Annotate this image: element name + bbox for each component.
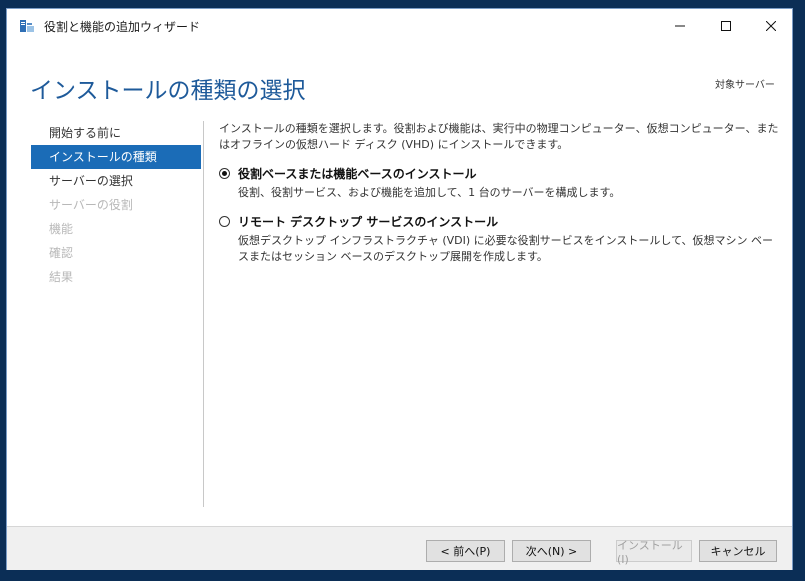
option-description: 仮想デスクトップ インフラストラクチャ (VDI) に必要な役割サービスをインス… [238,234,774,263]
wizard-window: 役割と機能の追加ウィザード インストールの種類の選択 対象サーバー 開始する前に… [6,8,793,570]
content-pane: インストールの種類を選択します。役割および機能は、実行中の物理コンピューター、仮… [219,121,779,265]
page-title: インストールの種類の選択 [30,78,306,104]
target-server-label: 対象サーバー [715,80,775,91]
option-description: 役割、役割サービス、および機能を追加して、1 台のサーバーを構成します。 [238,186,621,199]
close-icon [766,21,776,31]
maximize-icon [721,21,731,31]
close-button[interactable] [748,9,794,43]
next-button[interactable]: 次へ(N) > [512,540,591,562]
nav-item-server-roles: サーバーの役割 [49,198,133,212]
cancel-button[interactable]: キャンセル [699,540,777,562]
wizard-header: インストールの種類の選択 対象サーバー [7,43,792,115]
previous-button[interactable]: < 前へ(P) [426,540,505,562]
minimize-icon [675,25,685,27]
option-title[interactable]: リモート デスクトップ サービスのインストール [238,214,779,230]
nav-item-server-selection[interactable]: サーバーの選択 [31,169,201,193]
page-description: インストールの種類を選択します。役割および機能は、実行中の物理コンピューター、仮… [219,122,779,151]
nav-item-features: 機能 [49,222,74,236]
nav-item-confirmation: 確認 [49,246,74,260]
window-title: 役割と機能の追加ウィザード [44,20,201,34]
wizard-nav: 開始する前に インストールの種類 サーバーの選択 サーバーの役割 機能 確認 結… [31,121,201,289]
button-bar: < 前へ(P) 次へ(N) > インストール(I) キャンセル [7,526,792,570]
title-bar[interactable]: 役割と機能の追加ウィザード [7,9,792,43]
option-role-based[interactable]: 役割ベースまたは機能ベースのインストール 役割、役割サービス、および機能を追加し… [219,166,779,201]
install-button[interactable]: インストール(I) [616,539,692,566]
option-title[interactable]: 役割ベースまたは機能ベースのインストール [238,166,779,182]
nav-item-before-you-begin[interactable]: 開始する前に [31,121,201,145]
maximize-button[interactable] [703,9,749,43]
radio-role-based[interactable] [219,168,230,179]
server-manager-icon [20,20,34,32]
minimize-button[interactable] [657,9,703,43]
nav-divider [203,121,204,507]
nav-item-installation-type[interactable]: インストールの種類 [31,145,201,169]
radio-remote-desktop[interactable] [219,216,230,227]
option-remote-desktop[interactable]: リモート デスクトップ サービスのインストール 仮想デスクトップ インフラストラ… [219,214,779,265]
nav-item-results: 結果 [49,270,74,284]
